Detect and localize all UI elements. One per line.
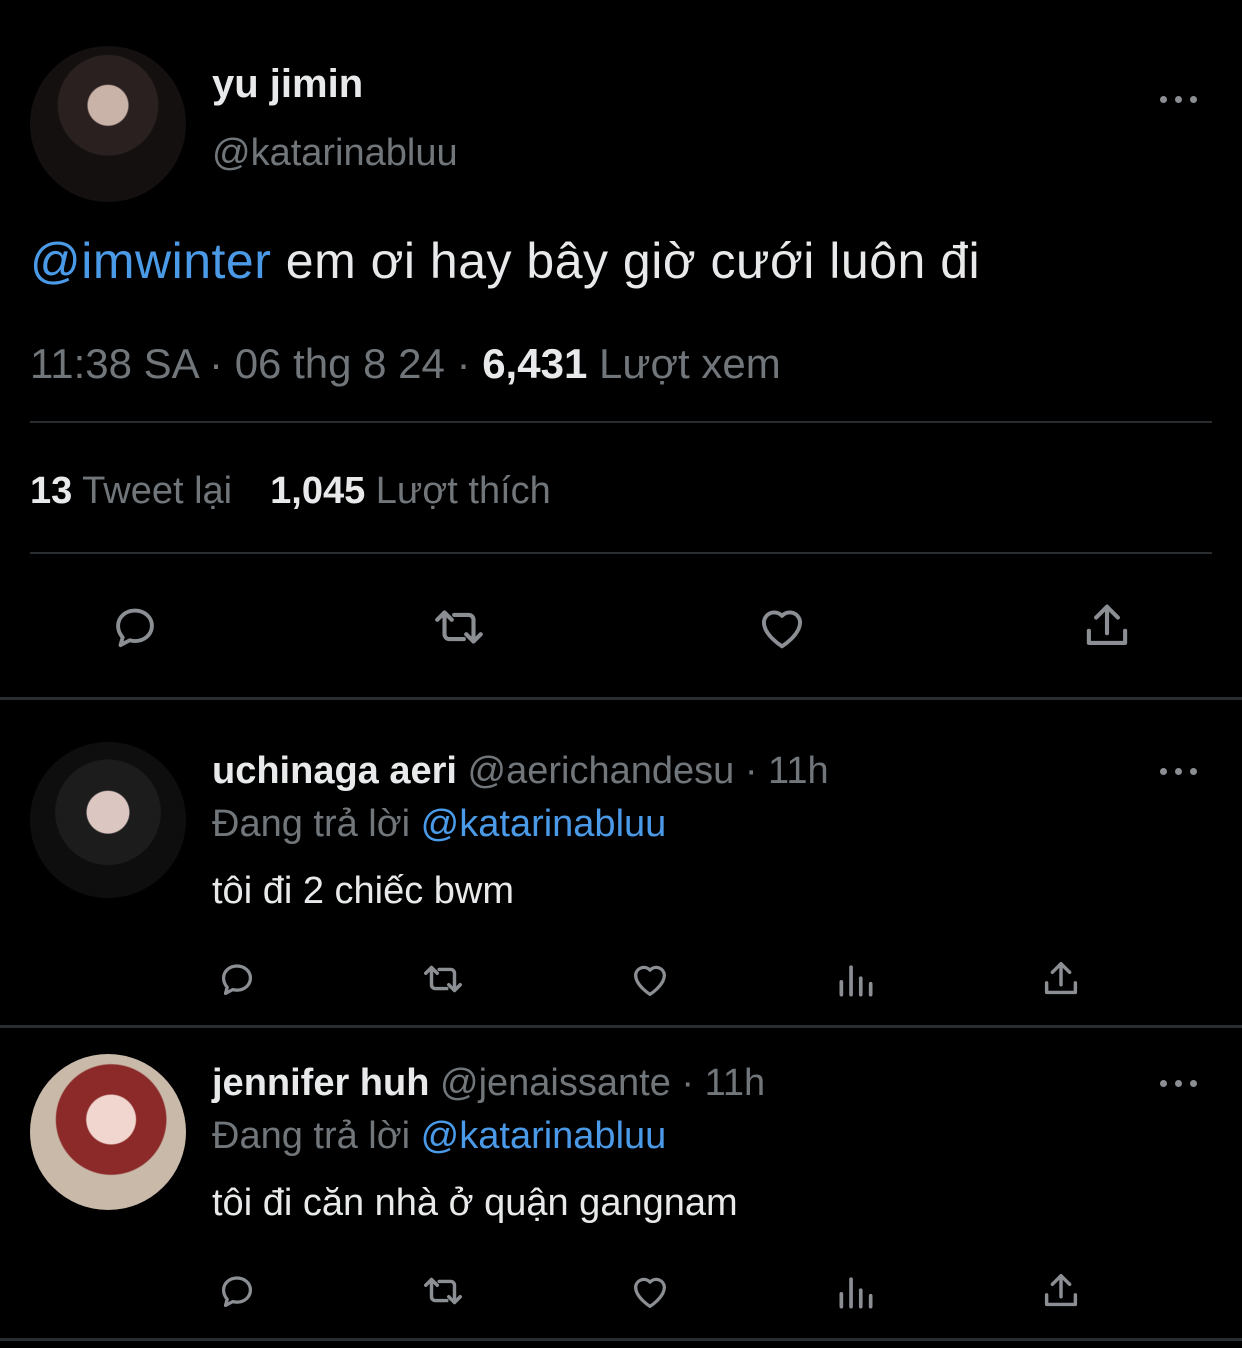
retweets-label[interactable]: Tweet lại — [72, 470, 232, 512]
divider — [30, 552, 1212, 554]
reply-text: tôi đi 2 chiếc bwm — [212, 870, 515, 912]
more-options-icon[interactable] — [1160, 1072, 1200, 1092]
replying-label: Đang trả lời — [212, 1115, 421, 1157]
section-divider — [0, 697, 1242, 700]
reply-author-name[interactable]: jennifer huh — [212, 1062, 429, 1104]
retweet-icon[interactable] — [416, 1268, 470, 1314]
retweets-count[interactable]: 13 — [30, 470, 72, 512]
replying-mention[interactable]: @katarinabluu — [421, 803, 667, 845]
reply-icon[interactable] — [214, 1268, 260, 1314]
views-icon[interactable] — [834, 1270, 878, 1314]
tweet-text: @imwinter em ơi hay bây giờ cưới luôn đi — [30, 232, 980, 290]
tweet-stats: 13 Tweet lại 1,045 Lượt thích — [30, 470, 551, 513]
reply-icon[interactable] — [214, 956, 260, 1002]
author-name[interactable]: yu jimin — [212, 62, 363, 107]
share-icon[interactable] — [1038, 1268, 1084, 1314]
share-icon[interactable] — [1038, 956, 1084, 1002]
views-icon[interactable] — [834, 958, 878, 1002]
author-handle[interactable]: @katarinabluu — [212, 132, 458, 175]
replying-label: Đang trả lời — [212, 803, 421, 845]
share-icon[interactable] — [1078, 596, 1136, 656]
reply-handle-time: @aerichandesu · 11h — [456, 750, 829, 792]
section-divider — [0, 1338, 1242, 1341]
reply-avatar[interactable] — [30, 742, 186, 898]
tweet-timestamp[interactable]: 11:38 SA · 06 thg 8 24 · — [30, 340, 482, 387]
likes-label[interactable]: Lượt thích — [365, 470, 551, 512]
more-options-icon[interactable] — [1160, 88, 1200, 108]
reply-header: jennifer huh @jenaissante · 11h — [212, 1062, 765, 1105]
reply-author-name[interactable]: uchinaga aeri — [212, 750, 457, 792]
retweet-icon[interactable] — [426, 598, 492, 656]
section-divider — [0, 1025, 1242, 1028]
like-icon[interactable] — [626, 1268, 674, 1314]
retweet-icon[interactable] — [416, 956, 470, 1002]
reply-icon[interactable] — [106, 598, 164, 656]
like-icon[interactable] — [752, 598, 812, 656]
reply-text: tôi đi căn nhà ở quận gangnam — [212, 1182, 738, 1224]
tweet-body: em ơi hay bây giờ cưới luôn đi — [271, 233, 981, 289]
views-count: 6,431 — [482, 340, 588, 387]
divider — [30, 421, 1212, 423]
likes-count[interactable]: 1,045 — [270, 470, 365, 512]
more-options-icon[interactable] — [1160, 760, 1200, 780]
views-label: Lượt xem — [587, 340, 781, 387]
replying-to: Đang trả lời @katarinabluu — [212, 803, 666, 846]
reply-handle-time: @jenaissante · 11h — [429, 1062, 766, 1104]
replying-to: Đang trả lời @katarinabluu — [212, 1115, 666, 1158]
reply-header: uchinaga aeri @aerichandesu · 11h — [212, 750, 829, 793]
mention-link[interactable]: @imwinter — [30, 233, 271, 289]
reply-avatar[interactable] — [30, 1054, 186, 1210]
like-icon[interactable] — [626, 956, 674, 1002]
author-avatar[interactable] — [30, 46, 186, 202]
tweet-meta: 11:38 SA · 06 thg 8 24 · 6,431 Lượt xem — [30, 340, 781, 388]
replying-mention[interactable]: @katarinabluu — [421, 1115, 667, 1157]
